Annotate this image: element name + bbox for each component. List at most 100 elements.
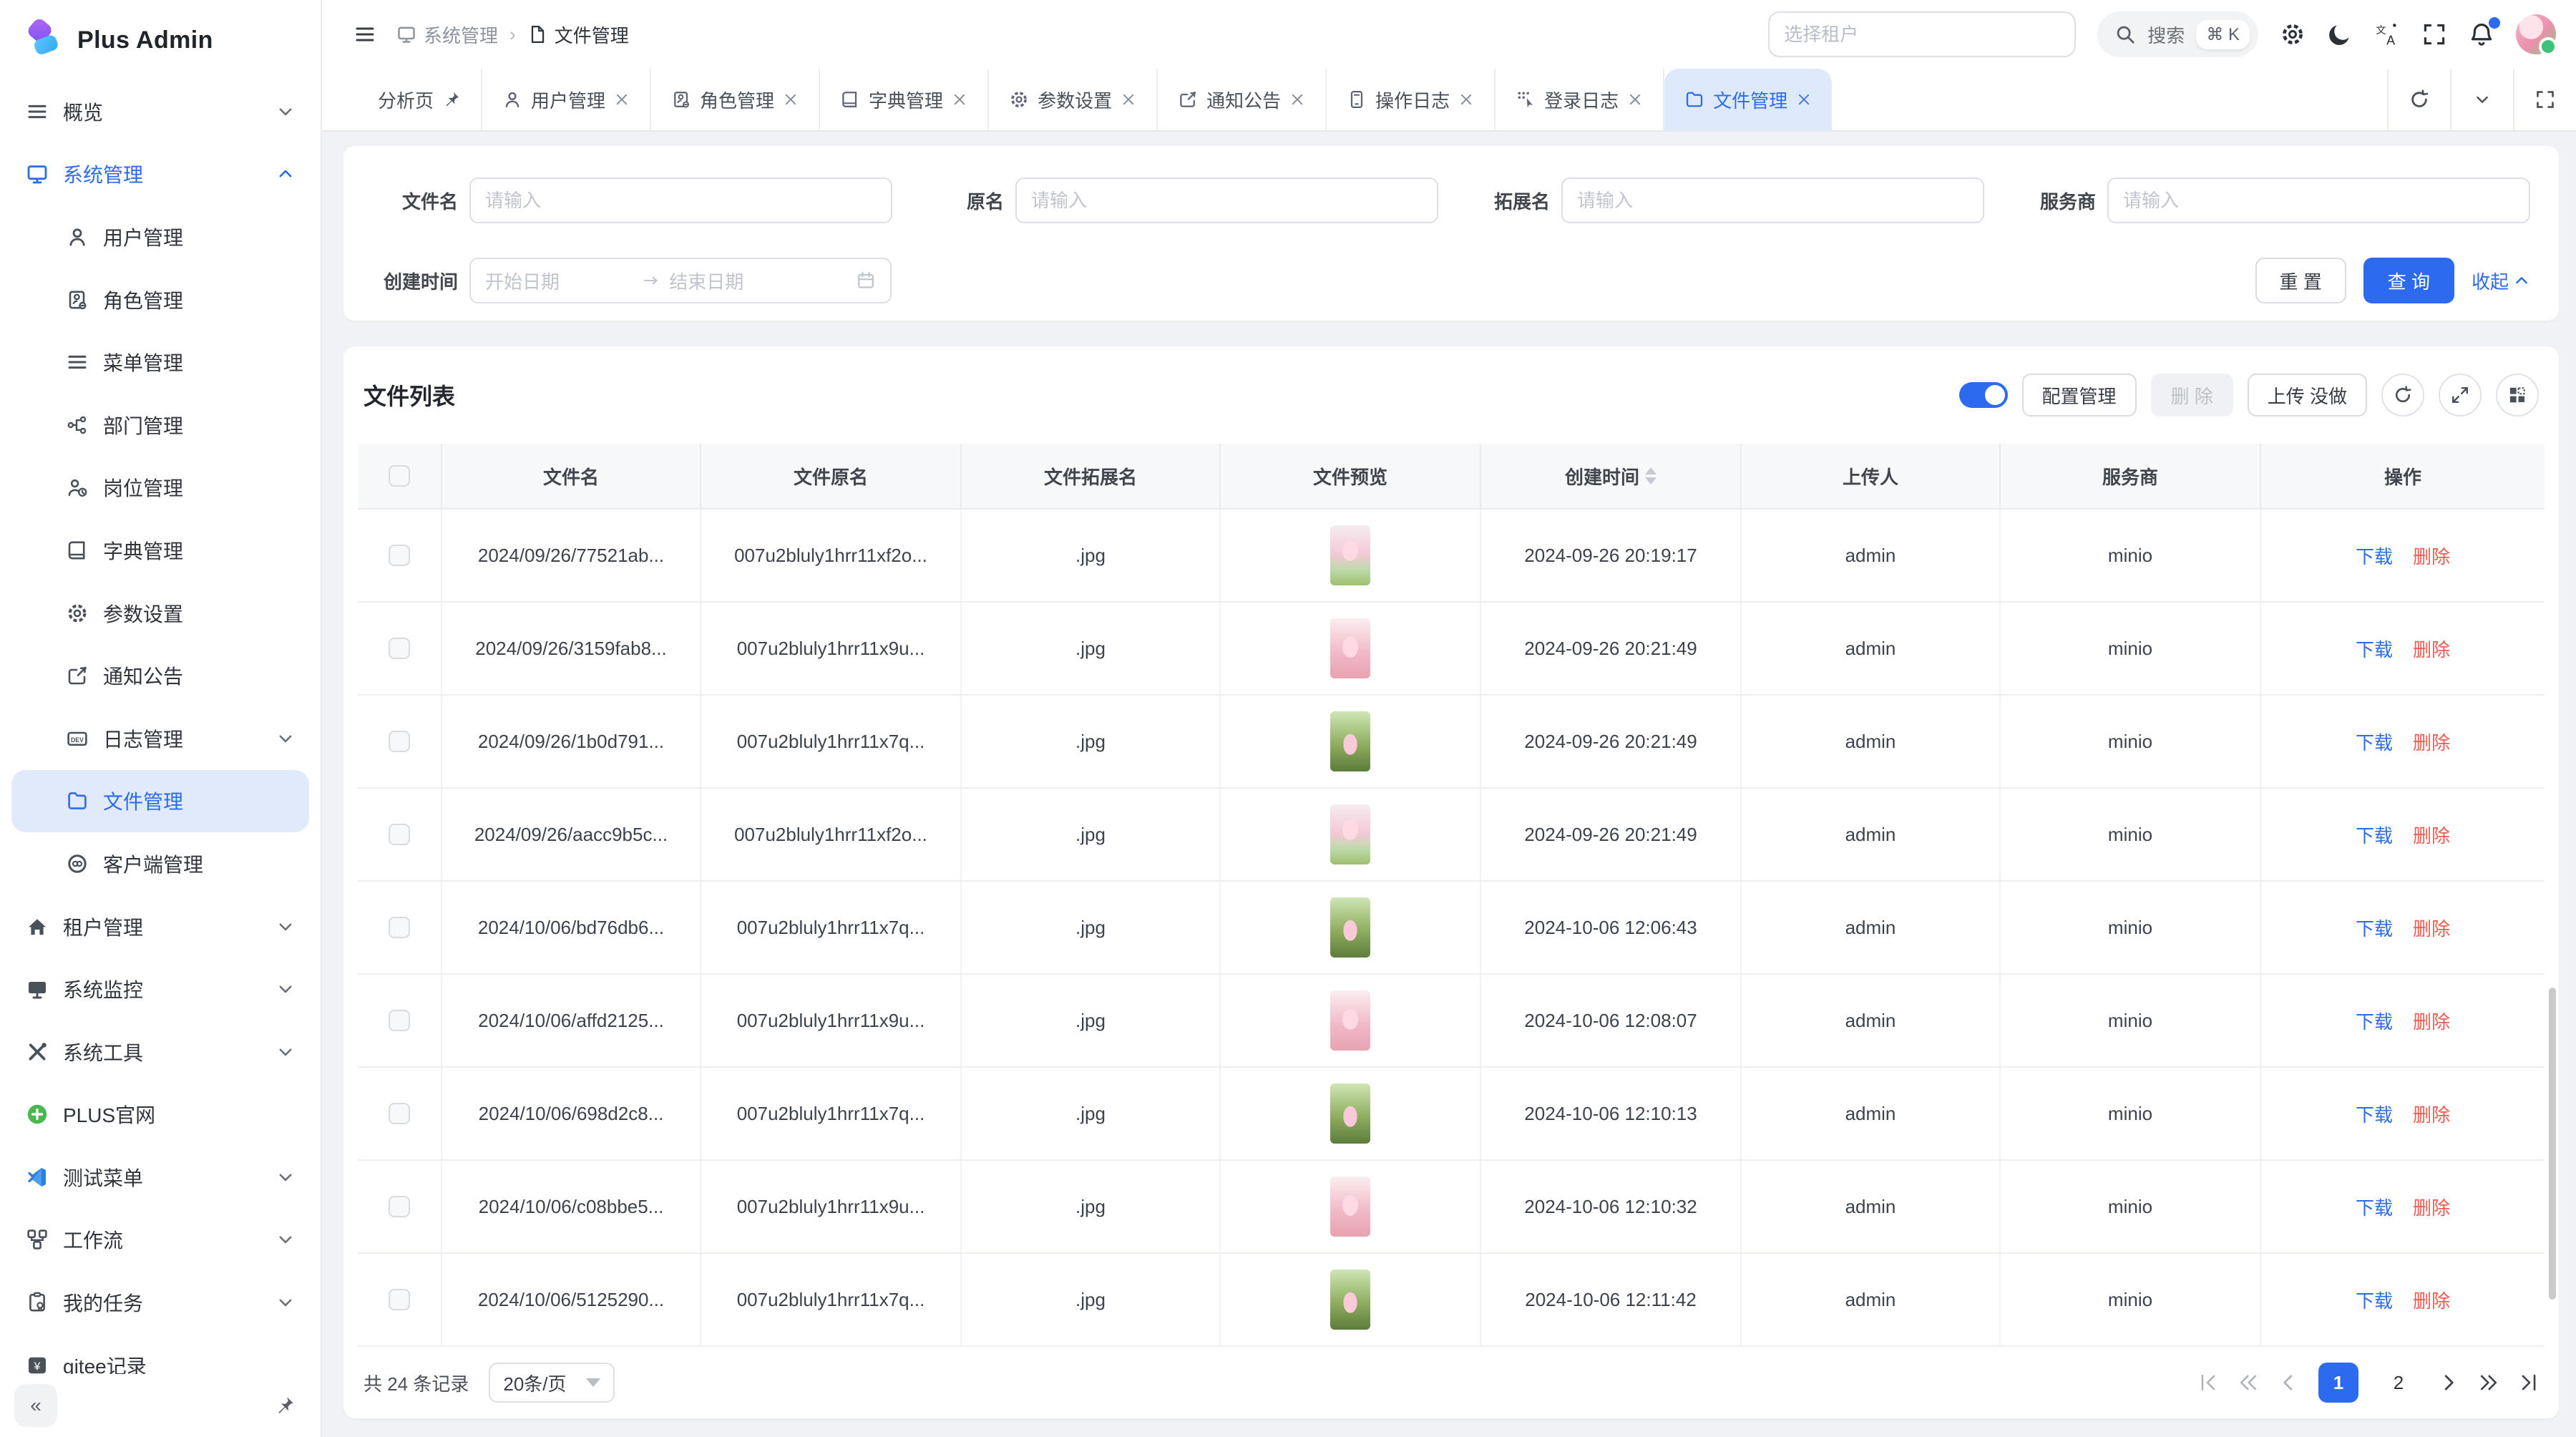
remove-link[interactable]: 删除 xyxy=(2413,635,2450,662)
content-fullscreen-button[interactable] xyxy=(2513,69,2576,130)
first-page-button[interactable] xyxy=(2198,1373,2218,1393)
cell-preview[interactable] xyxy=(1221,696,1481,787)
column-settings-button[interactable] xyxy=(2496,374,2539,417)
filter-field-input[interactable] xyxy=(1015,177,1438,223)
tab[interactable]: 登录日志 xyxy=(1496,69,1664,130)
tab[interactable]: 参数设置 xyxy=(989,69,1158,130)
column-header[interactable]: 创建时间 xyxy=(1481,444,1742,508)
row-checkbox[interactable] xyxy=(389,731,410,752)
remove-link[interactable]: 删除 xyxy=(2413,542,2450,569)
download-link[interactable]: 下载 xyxy=(2356,1287,2393,1313)
language-button[interactable] xyxy=(2374,21,2400,47)
row-checkbox[interactable] xyxy=(389,1010,410,1031)
download-link[interactable]: 下载 xyxy=(2356,729,2393,755)
row-select-cell[interactable] xyxy=(358,510,442,601)
sidebar-item[interactable]: 工作流 xyxy=(11,1209,309,1272)
row-checkbox[interactable] xyxy=(389,1289,410,1310)
tab[interactable]: 通知公告 xyxy=(1158,69,1327,130)
remove-link[interactable]: 删除 xyxy=(2413,1194,2450,1220)
sidebar-item[interactable]: 通知公告 xyxy=(11,644,309,707)
dark-mode-button[interactable] xyxy=(2327,21,2353,47)
sidebar-item[interactable]: 文件管理 xyxy=(11,770,309,833)
upload-button[interactable]: 上传 没做 xyxy=(2248,374,2367,417)
tab[interactable]: 角色管理 xyxy=(651,69,820,130)
close-icon[interactable] xyxy=(1796,92,1812,107)
tab[interactable]: 字典管理 xyxy=(820,69,989,130)
close-icon[interactable] xyxy=(1458,92,1474,107)
refresh-list-button[interactable] xyxy=(2381,374,2424,417)
tab[interactable]: 操作日志 xyxy=(1327,69,1496,130)
close-icon[interactable] xyxy=(1627,92,1643,107)
file-thumbnail[interactable] xyxy=(1330,618,1370,678)
file-thumbnail[interactable] xyxy=(1330,711,1370,771)
row-checkbox[interactable] xyxy=(389,1196,410,1217)
sidebar-item[interactable]: 系统管理 xyxy=(11,143,309,206)
sidebar-item[interactable]: 我的任务 xyxy=(11,1271,309,1334)
cell-preview[interactable] xyxy=(1221,1161,1481,1252)
table-scrollbar[interactable] xyxy=(2549,988,2556,1300)
file-thumbnail[interactable] xyxy=(1330,804,1370,864)
cell-preview[interactable] xyxy=(1221,510,1481,601)
sidebar-item[interactable]: 测试菜单 xyxy=(11,1146,309,1209)
row-checkbox[interactable] xyxy=(389,638,410,659)
row-select-cell[interactable] xyxy=(358,1068,442,1159)
download-link[interactable]: 下载 xyxy=(2356,1008,2393,1034)
date-range-input[interactable]: 开始日期 结束日期 xyxy=(469,258,892,303)
select-all-cell[interactable] xyxy=(358,444,442,508)
config-manage-button[interactable]: 配置管理 xyxy=(2022,374,2137,417)
sidebar-item[interactable]: 用户管理 xyxy=(11,205,309,268)
tab-menu-button[interactable] xyxy=(2450,69,2513,130)
next-page-button[interactable] xyxy=(2439,1373,2459,1393)
sidebar-item[interactable]: 菜单管理 xyxy=(11,331,309,394)
search-button[interactable]: 查 询 xyxy=(2363,258,2454,303)
column-header[interactable]: 文件原名 xyxy=(701,444,962,508)
close-icon[interactable] xyxy=(1121,92,1136,107)
brand[interactable]: Plus Admin xyxy=(0,0,321,80)
file-thumbnail[interactable] xyxy=(1330,990,1370,1051)
remove-link[interactable]: 删除 xyxy=(2413,915,2450,941)
file-thumbnail[interactable] xyxy=(1330,1270,1370,1330)
file-thumbnail[interactable] xyxy=(1330,1083,1370,1144)
column-header[interactable]: 文件预览 xyxy=(1221,444,1481,508)
page-2-button[interactable]: 2 xyxy=(2379,1363,2419,1403)
sidebar-item[interactable]: 角色管理 xyxy=(11,268,309,331)
row-select-cell[interactable] xyxy=(358,1161,442,1252)
row-checkbox[interactable] xyxy=(389,824,410,845)
remove-link[interactable]: 删除 xyxy=(2413,729,2450,755)
sidebar-pin-button[interactable] xyxy=(263,1384,306,1427)
file-thumbnail[interactable] xyxy=(1330,897,1370,958)
remove-link[interactable]: 删除 xyxy=(2413,1101,2450,1127)
sidebar-item[interactable]: 参数设置 xyxy=(11,582,309,645)
tab[interactable]: 文件管理 xyxy=(1664,69,1832,130)
column-header[interactable]: 服务商 xyxy=(2001,444,2261,508)
cell-preview[interactable] xyxy=(1221,1068,1481,1159)
breadcrumb-files[interactable]: 文件管理 xyxy=(527,21,629,48)
download-link[interactable]: 下载 xyxy=(2356,1194,2393,1220)
cell-preview[interactable] xyxy=(1221,882,1481,973)
reset-button[interactable]: 重 置 xyxy=(2255,258,2346,303)
back-10-pages-button[interactable] xyxy=(2238,1373,2258,1393)
row-select-cell[interactable] xyxy=(358,1254,442,1345)
user-avatar[interactable] xyxy=(2516,14,2556,54)
close-icon[interactable] xyxy=(783,92,799,107)
cell-preview[interactable] xyxy=(1221,975,1481,1066)
global-search-button[interactable]: 搜索 ⌘ K xyxy=(2097,11,2258,57)
settings-button[interactable] xyxy=(2280,21,2306,47)
sidebar-item[interactable]: 字典管理 xyxy=(11,519,309,582)
sidebar-item[interactable]: 租户管理 xyxy=(11,895,309,958)
column-header[interactable]: 文件名 xyxy=(442,444,701,508)
menu-toggle-button[interactable] xyxy=(353,23,376,46)
sidebar-item[interactable]: PLUS官网 xyxy=(11,1083,309,1146)
cell-preview[interactable] xyxy=(1221,789,1481,880)
download-link[interactable]: 下载 xyxy=(2356,542,2393,569)
sidebar-item[interactable]: 部门管理 xyxy=(11,394,309,457)
notifications-button[interactable] xyxy=(2469,21,2494,47)
close-icon[interactable] xyxy=(1289,92,1305,107)
column-header[interactable]: 操作 xyxy=(2261,444,2545,508)
sidebar-item[interactable]: 岗位管理 xyxy=(11,457,309,520)
filter-field-input[interactable] xyxy=(2107,177,2530,223)
tenant-select-input[interactable] xyxy=(1768,11,2076,57)
row-select-cell[interactable] xyxy=(358,975,442,1066)
row-select-cell[interactable] xyxy=(358,789,442,880)
remove-link[interactable]: 删除 xyxy=(2413,822,2450,848)
